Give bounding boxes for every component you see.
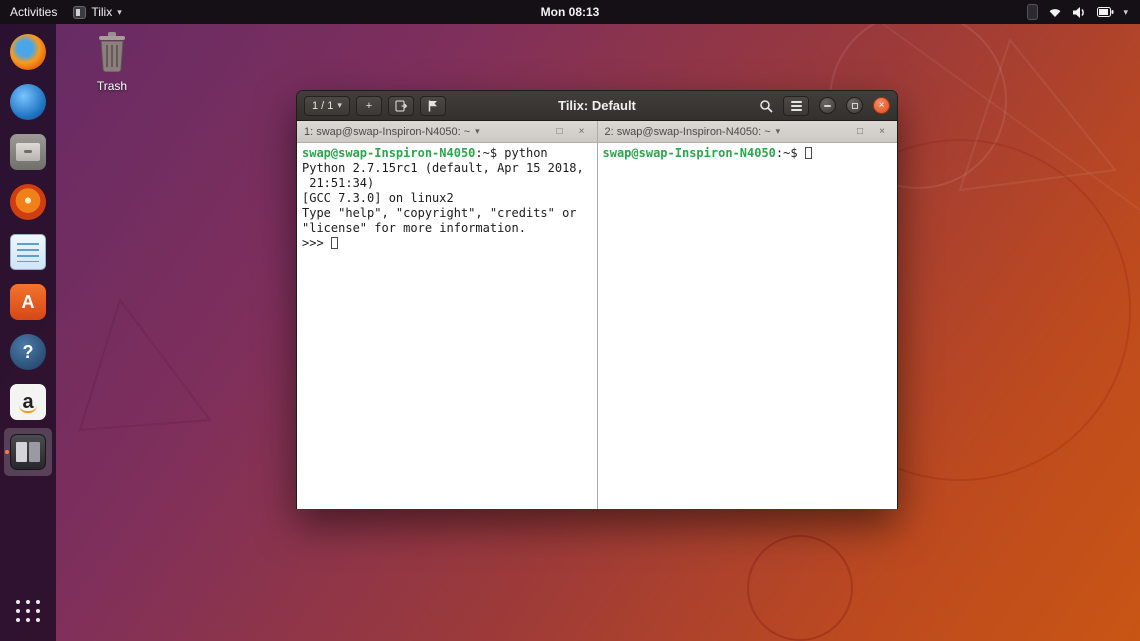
app-menu-label: Tilix (91, 5, 112, 19)
trash-icon[interactable]: Trash (84, 30, 140, 93)
minimize-button[interactable] (819, 97, 836, 114)
clock[interactable]: Mon 08:13 (541, 5, 600, 19)
pane-1-title: 1: swap@swap-Inspiron-N4050: ~ ▾ (304, 126, 546, 138)
amazon-icon: a (10, 384, 46, 420)
files-icon (10, 134, 46, 170)
search-icon (759, 99, 773, 113)
help-icon: ? (10, 334, 46, 370)
grid-icon (16, 600, 41, 622)
terminal-2-content[interactable]: swap@swap-Inspiron-N4050:~$ (598, 143, 898, 509)
volume-icon (1072, 6, 1088, 19)
dock: A ? a (0, 24, 56, 641)
dock-item-ubuntu-software[interactable]: A (4, 278, 52, 326)
prompt-line: swap@swap-Inspiron-N4050:~$ (603, 146, 893, 161)
show-applications-button[interactable] (4, 591, 52, 631)
dock-item-tilix[interactable] (4, 428, 52, 476)
close-icon: × (879, 100, 885, 111)
tilix-icon (10, 434, 46, 470)
terminal-pane-2: 2: swap@swap-Inspiron-N4050: ~ ▾ □ × swa… (597, 121, 898, 509)
menu-button[interactable] (783, 96, 809, 116)
repl-prompt-line: >>> (302, 236, 592, 251)
tray-app-icon (1027, 4, 1038, 20)
terminal-pane-1: 1: swap@swap-Inspiron-N4050: ~ ▾ □ × swa… (297, 121, 597, 509)
terminal-1-content[interactable]: swap@swap-Inspiron-N4050:~$ python Pytho… (297, 143, 597, 509)
app-menu-button[interactable]: Tilix ▾ (73, 5, 121, 19)
activities-button[interactable]: Activities (10, 5, 57, 19)
new-window-icon (394, 99, 408, 113)
output-line: [GCC 7.3.0] on linux2 (302, 191, 592, 206)
dock-item-help[interactable]: ? (4, 328, 52, 376)
prompt-line: swap@swap-Inspiron-N4050:~$ python (302, 146, 592, 161)
chevron-down-icon: ▾ (475, 126, 480, 137)
terminal-panes: 1: swap@swap-Inspiron-N4050: ~ ▾ □ × swa… (297, 121, 897, 509)
thunderbird-icon (10, 84, 46, 120)
minimize-icon (824, 105, 831, 107)
running-indicator (5, 450, 9, 454)
chevron-down-icon: ▾ (337, 100, 342, 111)
window-headerbar: 1 / 1 ▾ + Tilix: Default (297, 91, 897, 121)
chevron-down-icon: ▾ (117, 7, 122, 18)
session-switcher-button[interactable]: 1 / 1 ▾ (304, 96, 350, 116)
dock-item-files[interactable] (4, 128, 52, 176)
maximize-icon (852, 103, 858, 109)
dock-item-thunderbird[interactable] (4, 78, 52, 126)
pane-2-title: 2: swap@swap-Inspiron-N4050: ~ ▾ (605, 126, 847, 138)
chevron-down-icon: ▾ (776, 126, 781, 137)
top-bar: Activities Tilix ▾ Mon 08:13 ▾ (0, 0, 1140, 24)
trash-can-glyph (94, 30, 130, 72)
maximize-button[interactable] (846, 97, 863, 114)
pane-maximize-button[interactable]: □ (852, 126, 868, 137)
wifi-icon (1047, 6, 1063, 18)
close-button[interactable]: × (873, 97, 890, 114)
pane-maximize-button[interactable]: □ (552, 126, 568, 137)
ubuntu-software-icon: A (10, 284, 46, 320)
text-cursor (331, 237, 338, 249)
output-line: "license" for more information. (302, 221, 592, 236)
hamburger-icon (791, 101, 802, 111)
pane-2-header[interactable]: 2: swap@swap-Inspiron-N4050: ~ ▾ □ × (598, 121, 898, 143)
tilix-app-icon (73, 6, 86, 19)
search-button[interactable] (755, 96, 777, 116)
output-line: 21:51:34) (302, 176, 592, 191)
pane-close-button[interactable]: × (574, 126, 590, 137)
tilix-window: 1 / 1 ▾ + Tilix: Default (296, 90, 898, 509)
session-counter: 1 / 1 (312, 100, 333, 112)
command-text: python (504, 146, 547, 160)
output-line: Python 2.7.15rc1 (default, Apr 15 2018, (302, 161, 592, 176)
dock-item-amazon[interactable]: a (4, 378, 52, 426)
text-cursor (805, 147, 812, 159)
flag-icon (426, 99, 440, 113)
pane-1-header[interactable]: 1: swap@swap-Inspiron-N4050: ~ ▾ □ × (297, 121, 597, 143)
output-line: Type "help", "copyright", "credits" or (302, 206, 592, 221)
battery-icon (1097, 7, 1114, 17)
dock-item-rhythmbox[interactable] (4, 178, 52, 226)
chevron-down-icon: ▾ (1123, 7, 1128, 18)
trash-label: Trash (84, 79, 140, 93)
dock-item-libreoffice-writer[interactable] (4, 228, 52, 276)
system-status-area[interactable]: ▾ (1027, 4, 1140, 20)
firefox-icon (10, 34, 46, 70)
libreoffice-writer-icon (10, 234, 46, 270)
dock-item-firefox[interactable] (4, 28, 52, 76)
open-new-window-button[interactable] (388, 96, 414, 116)
bookmark-button[interactable] (420, 96, 446, 116)
pane-close-button[interactable]: × (874, 126, 890, 137)
new-session-button[interactable]: + (356, 96, 382, 116)
rhythmbox-icon (10, 184, 46, 220)
